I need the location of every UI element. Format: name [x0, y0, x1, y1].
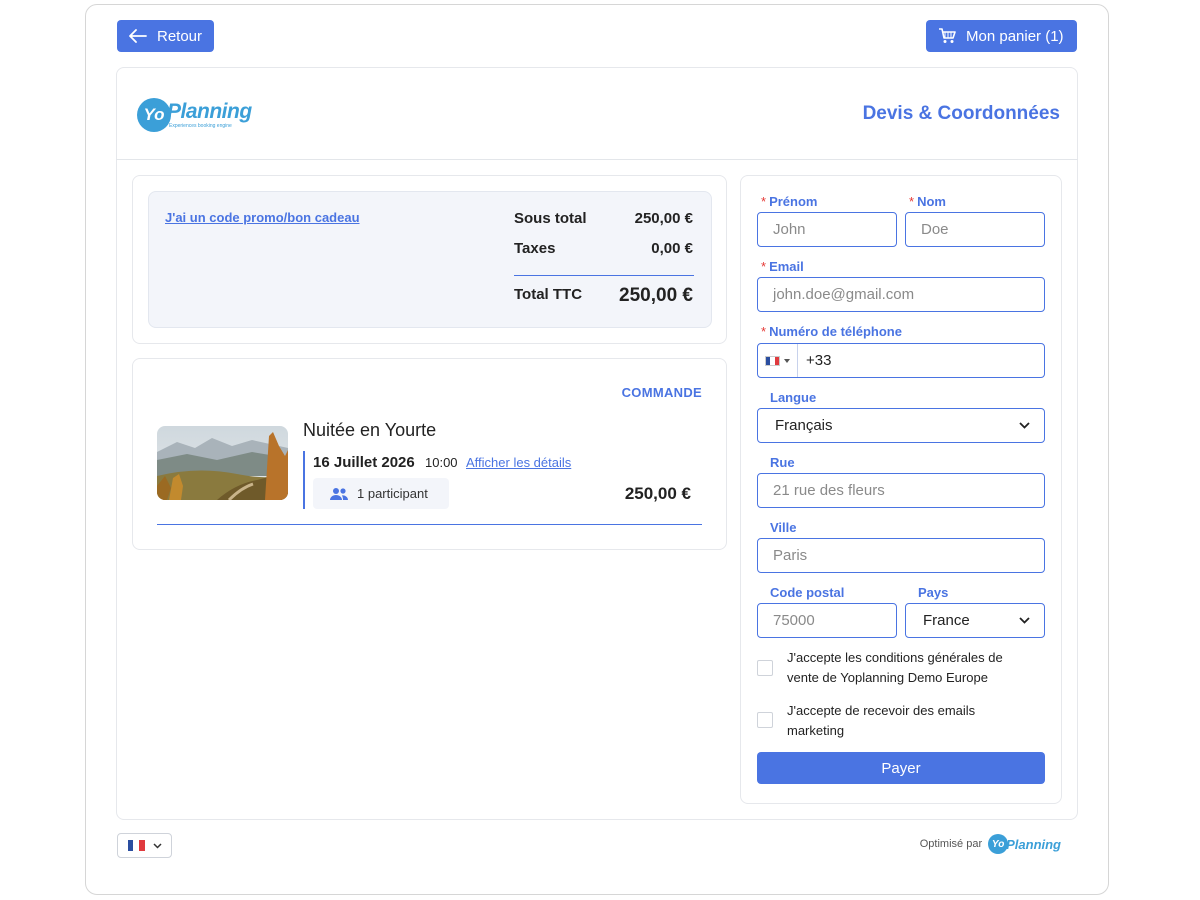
terms-checkbox[interactable]	[757, 660, 773, 676]
summary-divider	[514, 275, 694, 276]
language-select[interactable]: Français	[757, 408, 1045, 443]
caret-down-icon	[784, 358, 790, 363]
footer-logo-mark: Yo	[988, 834, 1009, 854]
item-time: 10:00	[425, 455, 458, 470]
last-name-field[interactable]: Doe	[905, 212, 1045, 247]
city-label: Ville	[770, 520, 797, 535]
chevron-down-icon	[1019, 422, 1030, 429]
country-select[interactable]: France	[905, 603, 1045, 638]
back-button[interactable]: Retour	[117, 20, 214, 52]
taxes-label: Taxes	[514, 240, 556, 257]
first-name-label-text: Prénom	[769, 194, 818, 209]
yoplanning-footer-logo[interactable]: Yo Planning	[988, 834, 1061, 854]
page-title: Devis & Coordonnées	[862, 103, 1060, 124]
postal-code-field[interactable]: 75000	[757, 603, 897, 638]
france-flag-icon	[127, 840, 145, 851]
subtotal-value: 250,00 €	[634, 210, 693, 227]
city-field[interactable]: Paris	[757, 538, 1045, 573]
chevron-down-icon	[152, 842, 162, 849]
cart-button-label: Mon panier (1)	[966, 27, 1064, 45]
phone-label-text: Numéro de téléphone	[769, 324, 902, 339]
first-name-field[interactable]: John	[757, 212, 897, 247]
phone-label: * Numéro de téléphone	[761, 324, 902, 339]
show-details-link[interactable]: Afficher les détails	[466, 455, 571, 470]
postal-code-label: Code postal	[770, 585, 845, 600]
subtotal-label: Sous total	[514, 210, 587, 227]
email-label-text: Email	[769, 259, 804, 274]
footer-logo-name: Planning	[1006, 836, 1061, 852]
item-accent-bar	[303, 451, 305, 509]
back-button-label: Retour	[157, 27, 203, 45]
order-heading: COMMANDE	[621, 385, 702, 400]
street-label: Rue	[770, 455, 795, 470]
required-marker: *	[761, 324, 767, 339]
france-flag-icon	[765, 355, 780, 366]
cart-icon	[939, 28, 956, 43]
logo-name: Planning	[167, 100, 252, 123]
email-label: * Email	[761, 259, 804, 274]
item-date: 16 Juillet 2026	[313, 454, 415, 471]
total-label: Total TTC	[514, 286, 583, 303]
country-select-value: France	[923, 612, 970, 629]
marketing-checkbox-label: J'accepte de recevoir des emails marketi…	[787, 703, 976, 738]
pay-button[interactable]: Payer	[757, 752, 1045, 784]
language-select-value: Français	[775, 417, 833, 434]
taxes-value: 0,00 €	[651, 240, 693, 257]
marketing-checkbox[interactable]	[757, 712, 773, 728]
first-name-label: * Prénom	[761, 194, 817, 209]
participants-badge: 1 participant	[313, 478, 449, 509]
last-name-label-text: Nom	[917, 194, 946, 209]
required-marker: *	[761, 259, 767, 274]
last-name-label: * Nom	[909, 194, 946, 209]
item-price: 250,00 €	[624, 484, 691, 503]
people-icon	[330, 487, 348, 500]
required-marker: *	[909, 194, 915, 209]
terms-checkbox-label: J'accepte les conditions générales de ve…	[787, 650, 1003, 685]
yoplanning-logo: Yo Planning Experiences booking engine	[137, 97, 262, 133]
language-switcher[interactable]	[117, 833, 172, 858]
country-label: Pays	[918, 585, 949, 600]
chevron-down-icon	[1019, 617, 1030, 624]
required-marker: *	[761, 194, 767, 209]
language-label: Langue	[770, 390, 817, 405]
country-code-selector[interactable]	[758, 344, 798, 377]
email-field[interactable]: john.doe@gmail.com	[757, 277, 1045, 312]
order-divider	[157, 524, 702, 525]
street-field[interactable]: 21 rue des fleurs	[757, 473, 1045, 508]
participants-label: 1 participant	[357, 486, 428, 501]
promo-code-link[interactable]: J'ai un code promo/bon cadeau	[165, 210, 360, 225]
phone-field[interactable]: +33	[757, 343, 1045, 378]
powered-by-label: Optimisé par	[919, 838, 983, 850]
yurt-landscape-image	[157, 426, 288, 500]
total-value: 250,00 €	[619, 285, 693, 306]
arrow-left-icon	[129, 29, 147, 43]
cart-button[interactable]: Mon panier (1)	[926, 20, 1077, 52]
logo-tagline: Experiences booking engine	[169, 123, 232, 129]
powered-by: Optimisé par Yo Planning	[920, 834, 1061, 854]
item-name: Nuitée en Yourte	[303, 420, 437, 440]
logo-mark: Yo	[137, 98, 171, 132]
